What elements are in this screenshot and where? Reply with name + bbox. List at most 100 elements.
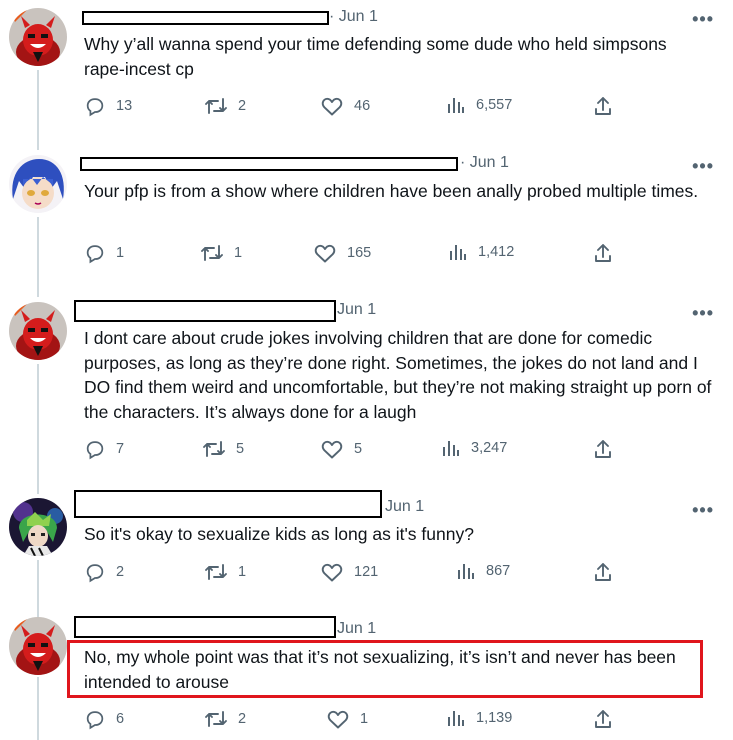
share-icon [595, 710, 611, 728]
tweet[interactable]: Jun 1 ••• I dont care about crude jokes … [0, 294, 733, 490]
share-button[interactable] [593, 561, 613, 583]
avatar[interactable] [9, 498, 67, 556]
avatar[interactable] [9, 8, 67, 66]
like-count: 5 [354, 441, 363, 457]
retweet-button[interactable]: 1 [200, 242, 242, 264]
views-icon [458, 564, 474, 579]
share-button[interactable] [593, 708, 613, 730]
like-icon [327, 710, 349, 729]
tweet-text: So it's okay to sexualize kids as long a… [84, 524, 474, 544]
redacted-username [80, 157, 458, 171]
reply-icon [86, 98, 104, 117]
retweet-icon [205, 98, 227, 114]
devil-avatar-image [9, 302, 67, 360]
retweet-count: 1 [238, 564, 247, 580]
reply-count: 6 [116, 711, 125, 727]
tweet-text: I dont care about crude jokes involving … [84, 328, 717, 422]
character-avatar-image [9, 498, 67, 556]
devil-avatar-image [9, 617, 67, 675]
share-button[interactable] [593, 242, 613, 264]
reply-button[interactable]: 1 [84, 242, 124, 264]
views-icon [448, 98, 464, 113]
tweet[interactable]: Jun 1 ••• So it's okay to sexualize kids… [0, 490, 733, 613]
avatar[interactable] [9, 302, 67, 360]
like-count: 46 [354, 98, 371, 114]
views-button[interactable]: 6,557 [446, 95, 512, 115]
tweet-actions: 7 5 5 3,247 [0, 438, 733, 468]
tweet-actions: 13 2 46 6,557 [0, 95, 733, 125]
highlight-box [67, 640, 703, 698]
retweet-count: 2 [238, 98, 247, 114]
views-icon [448, 711, 464, 726]
retweet-icon [201, 245, 223, 261]
like-button[interactable]: 165 [313, 242, 371, 264]
reply-count: 2 [116, 564, 125, 580]
retweet-icon [203, 441, 225, 457]
retweet-count: 5 [236, 441, 245, 457]
like-count: 121 [354, 564, 379, 580]
reply-icon [86, 245, 104, 264]
retweet-button[interactable]: 1 [204, 561, 246, 583]
reply-icon [86, 564, 104, 583]
tweet-actions: 2 1 121 867 [0, 561, 733, 591]
like-button[interactable]: 121 [320, 561, 378, 583]
like-button[interactable]: 1 [326, 708, 368, 730]
reply-count: 13 [116, 98, 133, 114]
like-button[interactable]: 46 [320, 95, 370, 117]
tweet-text: Your pfp is from a show where children h… [84, 181, 699, 201]
retweet-icon [205, 564, 227, 580]
like-button[interactable]: 5 [320, 438, 362, 460]
share-icon [595, 563, 611, 581]
retweet-button[interactable]: 2 [204, 95, 246, 117]
tweet-date[interactable]: Jun 1 [385, 498, 424, 516]
share-icon [595, 97, 611, 115]
reply-count: 7 [116, 441, 125, 457]
retweet-count: 1 [234, 245, 243, 261]
like-icon [314, 244, 336, 263]
tweet-date[interactable]: · Jun 1 [329, 8, 378, 26]
tweet-date[interactable]: Jun 1 [337, 301, 376, 319]
more-icon[interactable]: ••• [692, 304, 714, 322]
views-count: 3,247 [471, 440, 508, 456]
tweet-date[interactable]: Jun 1 [337, 620, 376, 638]
like-icon [321, 563, 343, 582]
reply-icon [86, 711, 104, 730]
anime-avatar-image [9, 155, 67, 213]
share-button[interactable] [593, 95, 613, 117]
redacted-username [74, 616, 336, 638]
views-button[interactable]: 1,412 [448, 242, 514, 262]
tweet[interactable]: · Jun 1 ••• Why y’all wanna spend your t… [0, 0, 733, 147]
reply-button[interactable]: 2 [84, 561, 124, 583]
share-icon [595, 440, 611, 458]
views-count: 6,557 [476, 97, 513, 113]
redacted-username [74, 490, 382, 518]
share-button[interactable] [593, 438, 613, 460]
views-button[interactable]: 3,247 [441, 438, 507, 458]
redacted-username [74, 300, 336, 322]
redacted-username [82, 11, 329, 25]
views-count: 1,412 [478, 244, 515, 260]
more-icon[interactable]: ••• [692, 157, 714, 175]
avatar[interactable] [9, 155, 67, 213]
avatar[interactable] [9, 617, 67, 675]
more-icon[interactable]: ••• [692, 501, 714, 519]
views-count: 867 [486, 563, 511, 579]
reply-button[interactable]: 13 [84, 95, 132, 117]
views-button[interactable]: 867 [456, 561, 510, 581]
retweet-icon [205, 711, 227, 727]
tweet-date[interactable]: · Jun 1 [460, 154, 509, 172]
tweet-actions: 1 1 165 1,412 [0, 242, 733, 272]
more-icon[interactable]: ••• [692, 10, 714, 28]
like-icon [321, 440, 343, 459]
like-icon [321, 97, 343, 116]
retweet-count: 2 [238, 711, 247, 727]
reply-count: 1 [116, 245, 125, 261]
views-icon [450, 245, 466, 260]
reply-button[interactable]: 7 [84, 438, 124, 460]
reply-button[interactable]: 6 [84, 708, 124, 730]
views-button[interactable]: 1,139 [446, 708, 512, 728]
share-icon [595, 244, 611, 262]
retweet-button[interactable]: 2 [204, 708, 246, 730]
retweet-button[interactable]: 5 [202, 438, 244, 460]
tweet[interactable]: · Jun 1 ••• Your pfp is from a show wher… [0, 147, 733, 294]
